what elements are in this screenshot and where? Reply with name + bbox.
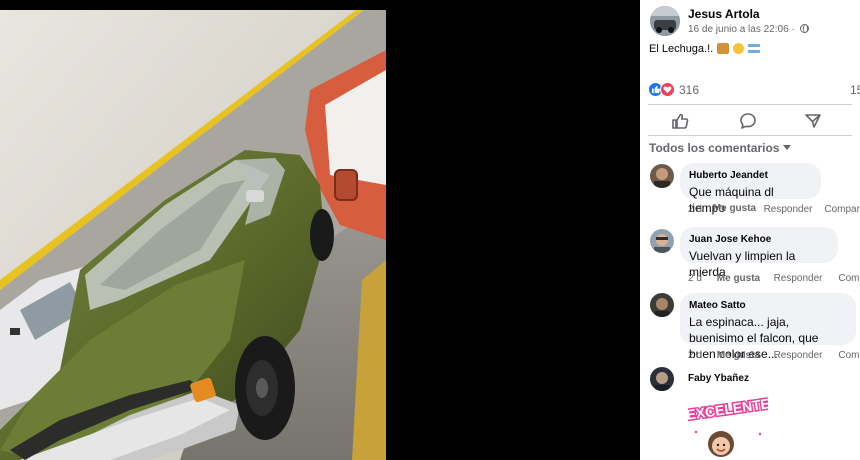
share-count[interactable]: 15 — [850, 83, 860, 97]
share-action-button[interactable] — [803, 111, 825, 131]
commenter-avatar-image — [650, 367, 674, 391]
commenter-avatar[interactable] — [650, 164, 674, 188]
globe-icon — [799, 24, 809, 33]
comment-meta: 2 d Me gusta Responder Compartir — [688, 204, 860, 216]
like-action-button[interactable] — [670, 111, 692, 131]
comment-bubble: Mateo Satto La espinaca... jaja, buenisi… — [680, 293, 856, 361]
comment-bubble: Juan Jose Kehoe Vuelvan y limpien la mie… — [680, 227, 838, 279]
post-author-name[interactable]: Jesus Artola — [688, 7, 760, 21]
commenter-avatar-image — [650, 229, 674, 253]
commenter-name[interactable]: Huberto Jeandet — [689, 170, 812, 181]
photo-viewer — [0, 0, 640, 460]
comment-action-icon — [740, 113, 756, 129]
author-avatar-image — [650, 6, 680, 36]
excelente-sticker-image: ¡EXCELENTE! ¡EXCELENTE! — [679, 393, 777, 457]
commenter-name[interactable]: Juan Jose Kehoe — [689, 234, 829, 245]
commenter-avatar[interactable] — [650, 293, 674, 317]
car-photo-image — [0, 10, 386, 460]
post-date[interactable]: 16 de junio a las 22:06 — [688, 24, 789, 35]
post-actions-bar — [648, 104, 852, 136]
post-header: Jesus Artola 16 de junio a las 22:06 · — [648, 6, 860, 40]
commenter-avatar-image — [650, 293, 674, 317]
thinking-face-emoji-icon — [733, 43, 745, 54]
share-action-icon — [805, 114, 821, 128]
commenter-name[interactable]: Mateo Satto — [689, 300, 847, 311]
comment-like-button[interactable]: Me gusta — [717, 273, 771, 284]
post-photo[interactable] — [0, 10, 386, 460]
commenter-avatar[interactable] — [650, 367, 674, 391]
comment-share-button[interactable]: Compartir — [824, 204, 860, 215]
commenter-avatar[interactable] — [650, 229, 674, 253]
post-date-line: 16 de junio a las 22:06 · — [688, 24, 809, 35]
comment-reply-button[interactable]: Responder — [774, 273, 836, 284]
comment-time[interactable]: 2 d — [688, 204, 710, 215]
commenter-name[interactable]: Faby Ybañez — [688, 373, 749, 384]
comment-meta: 2 d Me gusta Responder Compartir — [688, 273, 860, 284]
like-action-icon — [672, 113, 689, 129]
sticker-text: ¡EXCELENTE! — [688, 395, 768, 424]
facebook-photo-viewer: Jesus Artola 16 de junio a las 22:06 · E… — [0, 0, 860, 460]
author-avatar[interactable] — [650, 6, 680, 36]
comment-sticker: ¡EXCELENTE! ¡EXCELENTE! — [679, 388, 777, 460]
comment-time[interactable]: 2 d — [688, 273, 714, 284]
love-reaction-icon — [660, 82, 675, 97]
flexed-arm-emoji-icon — [717, 43, 730, 54]
comment-reply-button[interactable]: Responder — [774, 350, 836, 361]
date-separator: · — [791, 24, 795, 35]
comment-share-button[interactable]: Compartir — [838, 273, 860, 284]
comment-bubble: Huberto Jeandet Que máquina dl tiempo — [680, 163, 821, 215]
reactions-summary[interactable]: 316 15 — [648, 81, 860, 99]
comment-time[interactable]: 2 d — [688, 350, 714, 361]
comment-meta: 2 d Me gusta Responder Compartir — [688, 350, 860, 361]
post-side-panel: Jesus Artola 16 de junio a las 22:06 · E… — [640, 0, 860, 460]
comment-like-button[interactable]: Me gusta — [713, 204, 761, 214]
comment-like-button[interactable]: Me gusta — [717, 350, 771, 361]
sort-caret-icon — [783, 145, 792, 150]
comment-action-button[interactable] — [738, 111, 760, 131]
post-caption: El Lechuga.!. — [649, 43, 761, 55]
comment-share-button[interactable]: Compartir — [838, 350, 860, 361]
reaction-count: 316 — [679, 83, 700, 97]
argentina-flag-emoji-icon — [748, 44, 761, 53]
commenter-avatar-image — [650, 164, 674, 188]
comment-sort-dropdown[interactable]: Todos los comentarios — [649, 141, 792, 155]
post-caption-text: El Lechuga.!. — [649, 43, 714, 55]
comment-reply-button[interactable]: Responder — [764, 204, 822, 215]
comment-sort-label: Todos los comentarios — [649, 141, 780, 155]
